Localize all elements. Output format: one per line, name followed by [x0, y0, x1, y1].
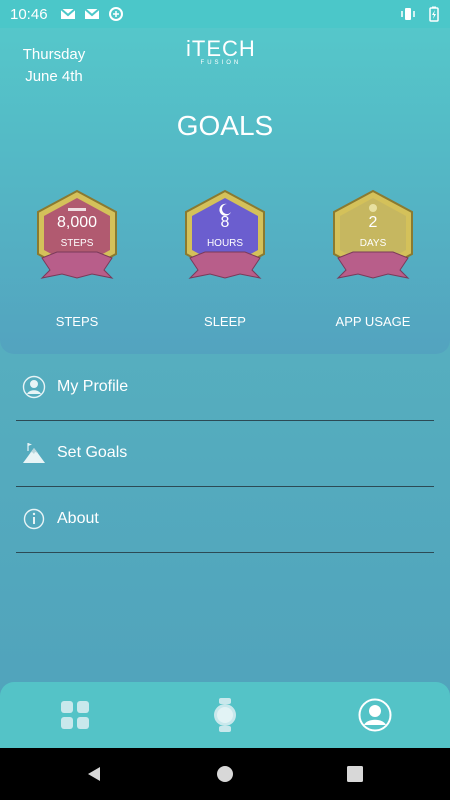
status-time: 10:46: [10, 6, 48, 23]
itech-fusion-logo: iTECH FUSION: [186, 36, 256, 66]
status-bar: 10:46: [0, 0, 450, 28]
menu-item-label: Set Goals: [57, 444, 128, 461]
logo-main: iTECH: [186, 36, 256, 61]
dashboard-grid-icon[interactable]: [58, 698, 92, 732]
bottom-navigation: [0, 682, 450, 748]
steps-goal-value: 8,000: [56, 214, 98, 231]
system-navigation-bar: [0, 748, 450, 800]
app-usage-goal-label: APP USAGE: [335, 314, 411, 329]
menu-item-set-goals[interactable]: Set Goals: [16, 421, 434, 487]
app-usage-goal-value: 2: [368, 214, 378, 231]
goal-badge-steps[interactable]: 8,000 STEPS STEPS: [32, 188, 122, 329]
gmail-icon: [84, 8, 100, 19]
mountain-flag-icon: [23, 443, 45, 463]
goal-badge-sleep[interactable]: 8 HOURS SLEEP: [180, 188, 270, 329]
battery-icon: [429, 6, 439, 22]
profile-icon: [22, 375, 46, 399]
sleep-goal-unit: HOURS: [206, 238, 244, 249]
date-day: Thursday: [22, 46, 86, 63]
recents-icon[interactable]: [345, 764, 365, 784]
gmail-icon: [60, 8, 76, 19]
date-display: Thursday June 4th: [22, 44, 86, 88]
profile-icon[interactable]: [358, 698, 392, 732]
back-icon[interactable]: [84, 764, 104, 784]
header-panel: Thursday June 4th iTECH FUSION GOALS 8,0…: [0, 28, 450, 354]
sleep-goal-value: 8: [220, 214, 230, 231]
info-icon: [23, 508, 45, 530]
page-title: GOALS: [176, 110, 274, 141]
data-saver-icon: [109, 7, 123, 21]
sleep-goal-label: SLEEP: [204, 314, 246, 329]
watch-icon[interactable]: [208, 698, 242, 732]
steps-goal-unit: STEPS: [60, 238, 94, 249]
goal-badge-app-usage[interactable]: 2 DAYS APP USAGE: [328, 188, 418, 329]
vibrate-icon: [401, 8, 415, 20]
home-icon[interactable]: [215, 764, 235, 784]
menu-item-my-profile[interactable]: My Profile: [16, 355, 434, 421]
menu-list: My Profile Set Goals About: [16, 355, 434, 553]
menu-item-about[interactable]: About: [16, 487, 434, 553]
steps-goal-label: STEPS: [55, 314, 99, 329]
date-month: June 4th: [25, 68, 83, 85]
app-usage-goal-unit: DAYS: [359, 238, 387, 249]
menu-item-label: My Profile: [57, 378, 129, 395]
menu-item-label: About: [57, 510, 99, 527]
